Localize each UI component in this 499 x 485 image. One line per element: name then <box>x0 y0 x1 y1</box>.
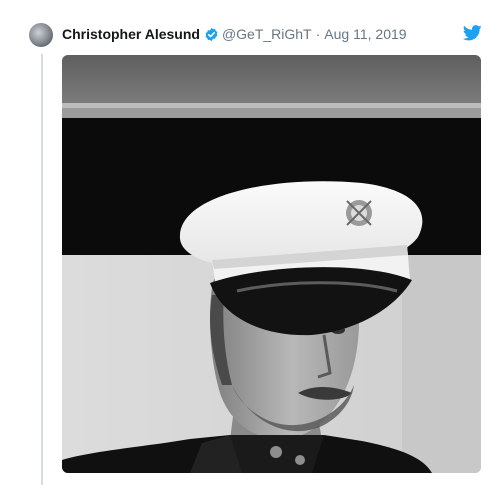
tweet-header: Christopher Alesund @GeT_RiGhT · Aug 11,… <box>62 25 459 43</box>
author-handle[interactable]: @GeT_RiGhT <box>222 25 312 43</box>
tweet-date[interactable]: Aug 11, 2019 <box>324 25 406 43</box>
author-name[interactable]: Christopher Alesund <box>62 25 200 43</box>
twitter-bird-icon[interactable] <box>462 25 482 41</box>
tweet-photo[interactable] <box>62 55 481 473</box>
separator-dot: · <box>315 26 321 42</box>
thread-line <box>41 54 43 485</box>
avatar[interactable] <box>29 23 53 47</box>
verified-badge-icon <box>204 27 219 42</box>
